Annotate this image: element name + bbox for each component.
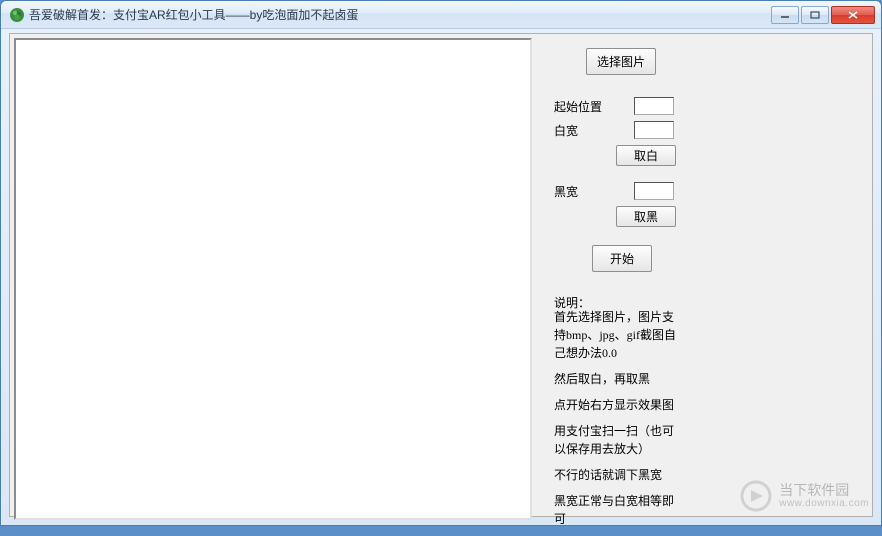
- start-position-input[interactable]: [634, 97, 674, 115]
- minimize-button[interactable]: [771, 6, 799, 24]
- instructions: 说明： 首先选择图片，图片支持bmp、jpg、gif截图自己想办法0.0 然后取…: [554, 294, 684, 536]
- start-button[interactable]: 开始: [592, 245, 652, 272]
- app-icon: [9, 7, 25, 23]
- title-bar[interactable]: 吾爱破解首发：支付宝AR红包小工具——by吃泡面加不起卤蛋: [1, 1, 881, 29]
- window-controls: [769, 6, 875, 24]
- image-preview-pane: [14, 38, 532, 520]
- instructions-line1: 首先选择图片，图片支持bmp、jpg、gif截图自己想办法0.0: [554, 308, 684, 362]
- white-width-row: 白宽: [554, 121, 674, 139]
- black-width-row: 黑宽: [554, 182, 674, 200]
- take-white-button[interactable]: 取白: [616, 145, 676, 166]
- close-button[interactable]: [831, 6, 875, 24]
- instructions-line5: 不行的话就调下黑宽: [554, 466, 684, 484]
- maximize-button[interactable]: [801, 6, 829, 24]
- app-window: 吾爱破解首发：支付宝AR红包小工具——by吃泡面加不起卤蛋 选择图片 起始位置 …: [0, 0, 882, 526]
- start-position-row: 起始位置: [554, 97, 674, 115]
- white-width-label: 白宽: [554, 122, 578, 139]
- start-position-label: 起始位置: [554, 98, 602, 115]
- black-width-label: 黑宽: [554, 183, 578, 200]
- black-width-input[interactable]: [634, 182, 674, 200]
- white-width-input[interactable]: [634, 121, 674, 139]
- control-panel: 选择图片 起始位置 白宽 取白 黑宽 取黑 开始 说明： 首先选择图片，图片支持…: [536, 34, 872, 516]
- client-area: 选择图片 起始位置 白宽 取白 黑宽 取黑 开始 说明： 首先选择图片，图片支持…: [9, 33, 873, 517]
- window-title: 吾爱破解首发：支付宝AR红包小工具——by吃泡面加不起卤蛋: [29, 6, 769, 23]
- instructions-line3: 点开始右方显示效果图: [554, 396, 684, 414]
- instructions-line6: 黑宽正常与白宽相等即可: [554, 492, 684, 528]
- select-image-button[interactable]: 选择图片: [586, 48, 656, 75]
- instructions-line4: 用支付宝扫一扫（也可以保存用去放大）: [554, 422, 684, 458]
- take-black-button[interactable]: 取黑: [616, 206, 676, 227]
- instructions-line2: 然后取白，再取黑: [554, 370, 684, 388]
